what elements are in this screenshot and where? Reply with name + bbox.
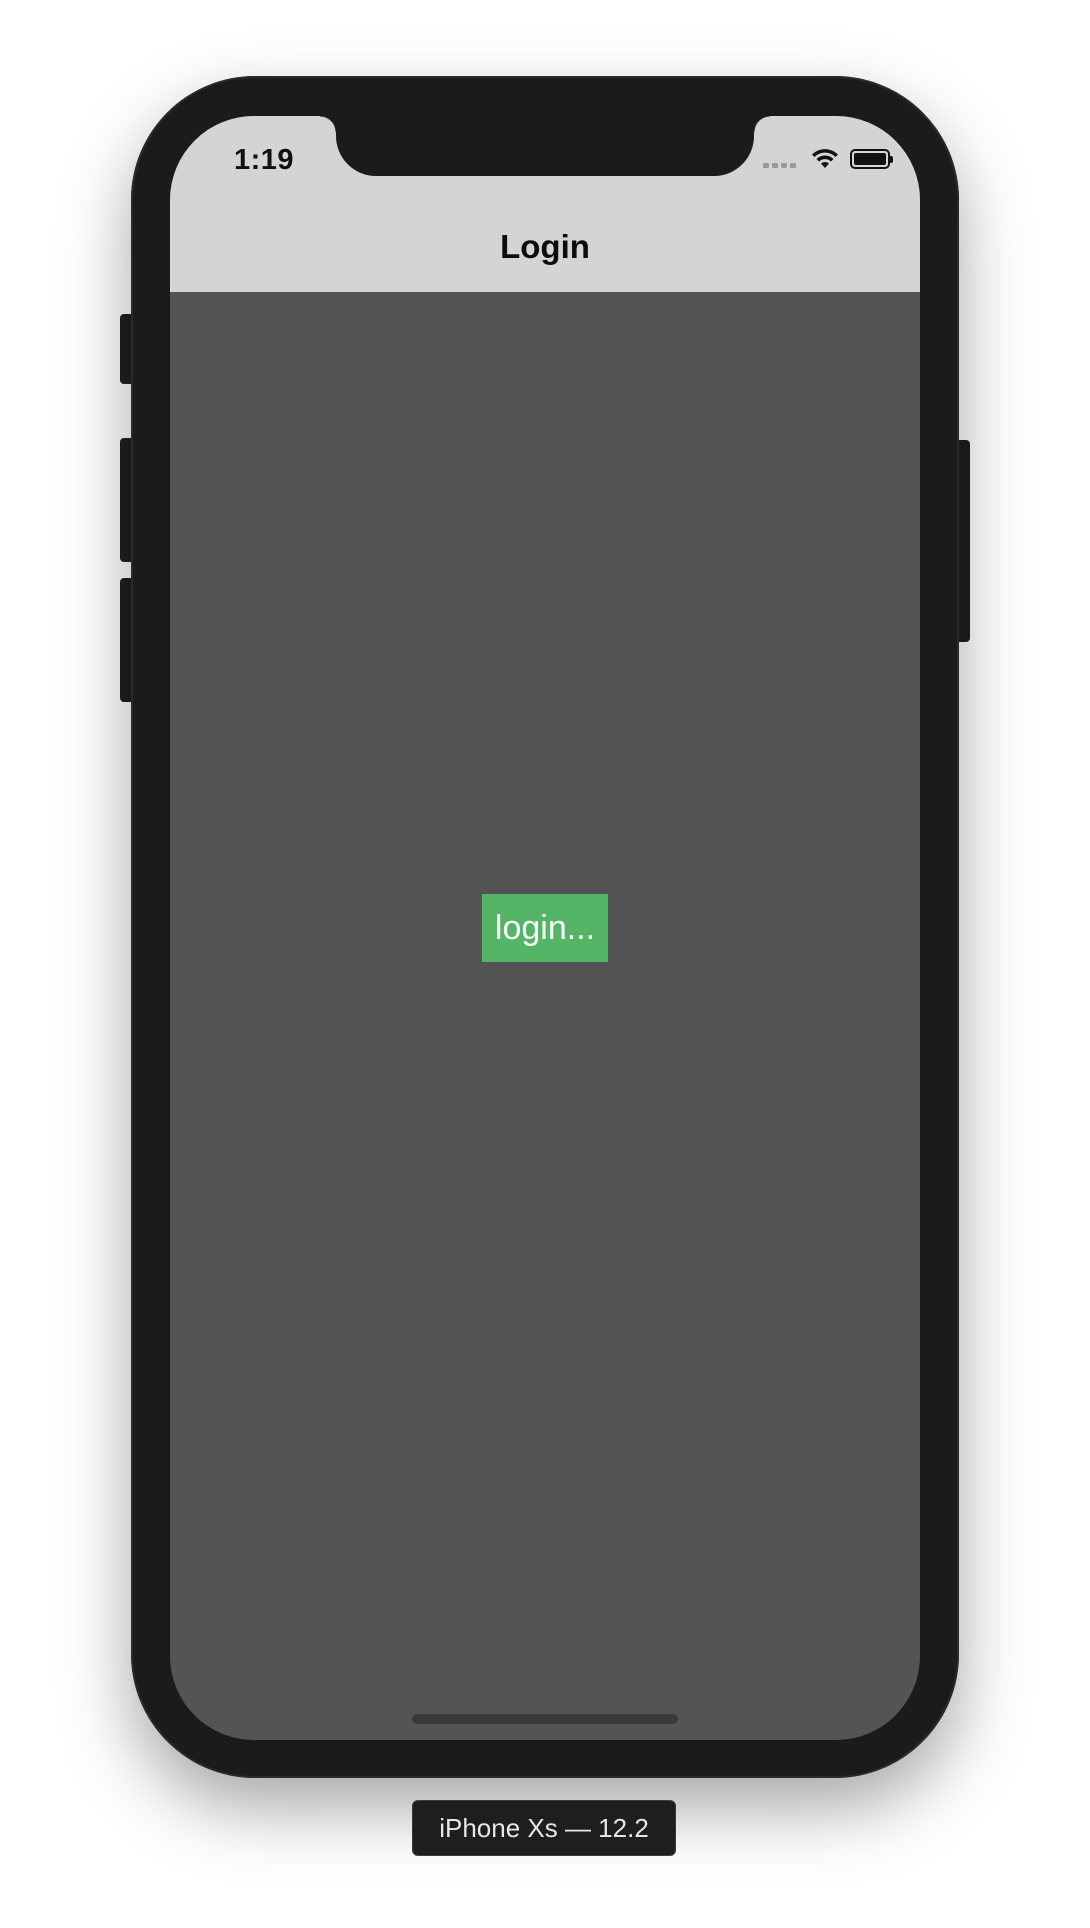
device-label: iPhone Xs — 12.2 [412,1800,676,1856]
battery-icon [850,149,893,169]
status-icons [763,148,893,170]
battery-level [854,153,886,165]
simulator-window: 1:19 Login login... iPhone Xs — 12.2 [0,0,1090,1928]
page-title: Login [500,228,590,265]
device-notch [320,116,770,176]
device-screen: 1:19 Login login... [170,116,920,1740]
wifi-icon [812,149,838,168]
login-button[interactable]: login... [482,894,608,962]
home-indicator[interactable] [412,1714,678,1724]
cellular-signal-icon [763,148,796,170]
status-time: 1:19 [234,144,295,176]
navigation-bar: 1:19 Login [170,116,920,292]
